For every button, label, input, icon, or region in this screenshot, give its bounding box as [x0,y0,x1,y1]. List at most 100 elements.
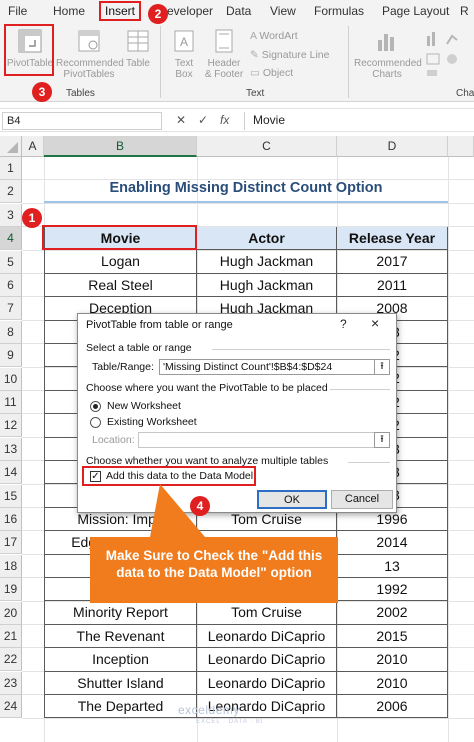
tab-developer[interactable]: eveloper [167,4,213,18]
row-header[interactable]: 5 [0,250,22,274]
section-placement: Choose where you want the PivotTable to … [86,382,328,394]
table-cell[interactable]: Tom Cruise [197,601,337,625]
row-header[interactable]: 18 [0,554,22,578]
tab-home[interactable]: Home [53,4,85,18]
column-header-a[interactable]: A [22,136,44,157]
header-footer-label-2: & Footer [204,69,244,80]
row-header[interactable]: 22 [0,648,22,672]
table-header-cell[interactable]: Release Year [337,227,448,251]
row-header[interactable]: 7 [0,297,22,321]
help-button[interactable]: ? [340,317,347,331]
existing-worksheet-label[interactable]: Existing Worksheet [107,416,197,428]
column-header-d[interactable]: D [337,136,448,157]
row-header[interactable]: 23 [0,671,22,695]
row-header[interactable]: 11 [0,391,22,414]
column-header-e[interactable] [448,136,474,157]
signature-line-button[interactable]: ✎ Signature Line [250,49,329,61]
table-range-input[interactable]: 'Missing Distinct Count'!$B$4:$D$24 [159,359,375,375]
row-header[interactable]: 24 [0,695,22,719]
row-header[interactable]: 2 [0,180,22,204]
row-header[interactable]: 9 [0,344,22,368]
row-header[interactable]: 17 [0,531,22,555]
title-underline [44,201,448,203]
new-worksheet-radio[interactable] [90,401,101,412]
table-cell[interactable]: 2010 [337,671,448,695]
text-box-button[interactable]: A Text Box [168,28,200,80]
table-cell[interactable]: 2011 [337,273,448,298]
table-cell[interactable]: Logan [44,250,197,274]
existing-worksheet-radio[interactable] [90,417,101,428]
row-header[interactable]: 19 [0,578,22,602]
table-cell[interactable]: 2006 [337,695,448,719]
close-button[interactable]: × [371,315,379,331]
fx-icon[interactable]: fx [220,113,229,127]
new-worksheet-label[interactable]: New Worksheet [107,400,181,412]
row-header[interactable]: 15 [0,484,22,508]
table-cell[interactable]: The Revenant [44,624,197,649]
row-header[interactable]: 20 [0,601,22,625]
wordart-button[interactable]: A WordArt [250,30,298,42]
table-cell[interactable]: 2017 [337,250,448,274]
section-divider [330,389,390,390]
name-box[interactable]: B4 [2,112,162,130]
recommended-charts-button[interactable]: Recommended Charts [354,28,422,80]
row-header[interactable]: 14 [0,461,22,485]
row-header[interactable]: 8 [0,320,22,344]
table-range-collapse-button[interactable]: ⭱ [374,359,390,375]
text-box-label-1: Text [174,58,194,69]
row-header[interactable]: 1 [0,157,22,180]
table-label: Table [126,58,150,69]
column-header-b[interactable]: B [44,136,197,157]
table-cell[interactable]: The Departed [44,695,197,719]
ok-button[interactable]: OK [257,490,327,509]
location-collapse-button[interactable]: ⭱ [374,432,390,448]
table-cell[interactable]: 2015 [337,624,448,649]
recommended-charts-label-2: Charts [372,69,402,80]
table-button[interactable]: Table [123,28,153,69]
table-cell[interactable]: Inception [44,648,197,672]
table-cell[interactable]: Real Steel [44,273,197,298]
row-header[interactable]: 6 [0,274,22,297]
row-header[interactable]: 12 [0,414,22,438]
chart-type-icons[interactable] [425,30,471,80]
row-header[interactable]: 3 [0,203,22,227]
tab-review-partial[interactable]: R [460,4,469,18]
tab-formulas[interactable]: Formulas [314,4,364,18]
header-footer-label-1: Header [207,58,241,69]
recommended-pivottables-button[interactable]: Recommended PivotTables [56,28,124,80]
table-cell[interactable]: Leonardo DiCaprio [197,624,337,649]
table-cell[interactable]: Shutter Island [44,671,197,695]
data-model-highlight [82,466,256,486]
tab-data[interactable]: Data [226,4,251,18]
formula-input[interactable]: Movie [244,112,472,130]
table-cell[interactable]: 2014 [337,531,448,555]
recommended-charts-icon [378,34,394,51]
table-cell[interactable]: Hugh Jackman [197,273,337,298]
table-cell[interactable]: Leonardo DiCaprio [197,648,337,672]
tab-file[interactable]: File [8,4,27,18]
row-header[interactable]: 4 [0,227,22,251]
object-button[interactable]: ▭ Object [250,67,293,79]
select-all-corner[interactable] [0,136,22,157]
table-cell[interactable]: Minority Report [44,601,197,625]
table-header-cell[interactable]: Actor [197,227,337,251]
table-cell[interactable]: Leonardo DiCaprio [197,671,337,695]
row-header[interactable]: 21 [0,625,22,648]
cancel-icon[interactable]: ✕ [176,113,186,127]
table-cell[interactable]: 2010 [337,648,448,672]
table-cell[interactable]: Hugh Jackman [197,250,337,274]
tab-view[interactable]: View [270,4,296,18]
row-header[interactable]: 16 [0,508,22,531]
pivottable-dialog: PivotTable from table or range ? × Selec… [77,313,397,513]
row-header[interactable]: 10 [0,367,22,391]
row-header[interactable]: 13 [0,437,22,461]
location-input[interactable] [138,432,375,448]
header-footer-button[interactable]: Header & Footer [202,28,246,80]
table-cell[interactable]: 13 [337,554,448,578]
enter-icon[interactable]: ✓ [198,113,208,127]
table-cell[interactable]: 1992 [337,578,448,602]
tab-page-layout[interactable]: Page Layout [382,4,449,18]
table-cell[interactable]: 2002 [337,601,448,625]
cancel-button[interactable]: Cancel [331,490,393,509]
column-header-c[interactable]: C [197,136,337,157]
